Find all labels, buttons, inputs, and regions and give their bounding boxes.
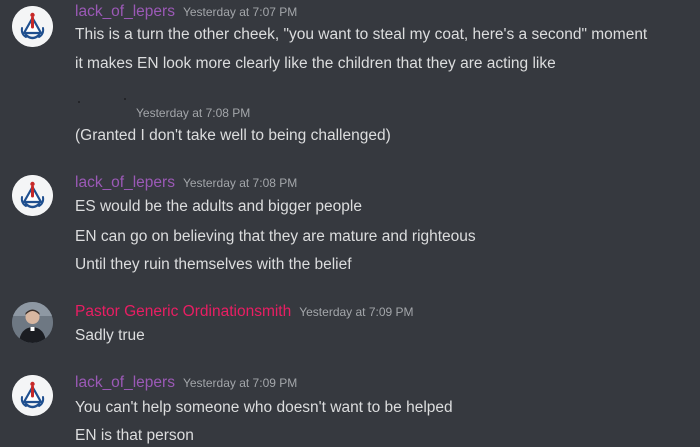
message-header: Yesterday at 7:08 PM <box>136 104 250 122</box>
message-text: Sadly true <box>75 327 145 344</box>
message-header: lack_of_lepers Yesterday at 7:07 PM <box>75 3 297 21</box>
username[interactable]: Pastor Generic Ordinationsmith <box>75 303 291 320</box>
avatar[interactable] <box>12 175 53 216</box>
username[interactable]: lack_of_lepers <box>75 374 175 391</box>
user-avatar-icon <box>12 6 53 47</box>
username[interactable]: lack_of_lepers <box>75 174 175 191</box>
avatar[interactable] <box>12 375 53 416</box>
redacted-username <box>78 98 128 106</box>
username[interactable]: lack_of_lepers <box>75 3 175 20</box>
user-avatar-icon <box>12 375 53 416</box>
timestamp: Yesterday at 7:08 PM <box>182 176 298 190</box>
message-text: it makes EN look more clearly like the c… <box>75 55 556 72</box>
message-text: You can't help someone who doesn't want … <box>75 399 453 416</box>
avatar[interactable] <box>12 6 53 47</box>
message-header: lack_of_lepers Yesterday at 7:09 PM <box>75 374 297 392</box>
message-text: EN is that person <box>75 427 194 444</box>
user-avatar-icon <box>12 175 53 216</box>
pastor-avatar-icon <box>12 302 53 343</box>
avatar[interactable] <box>12 302 53 343</box>
timestamp: Yesterday at 7:09 PM <box>182 376 298 390</box>
message-header: Pastor Generic Ordinationsmith Yesterday … <box>75 303 414 321</box>
message-text: ES would be the adults and bigger people <box>75 198 362 215</box>
timestamp: Yesterday at 7:09 PM <box>299 305 414 319</box>
message-text: This is a turn the other cheek, "you wan… <box>75 26 648 43</box>
message-text: Until they ruin themselves with the beli… <box>75 256 352 273</box>
message-text: EN can go on believing that they are mat… <box>75 228 476 245</box>
timestamp: Yesterday at 7:08 PM <box>136 106 251 120</box>
message-header: lack_of_lepers Yesterday at 7:08 PM <box>75 174 297 192</box>
timestamp: Yesterday at 7:07 PM <box>182 5 298 19</box>
message-text: (Granted I don't take well to being chal… <box>75 127 391 144</box>
